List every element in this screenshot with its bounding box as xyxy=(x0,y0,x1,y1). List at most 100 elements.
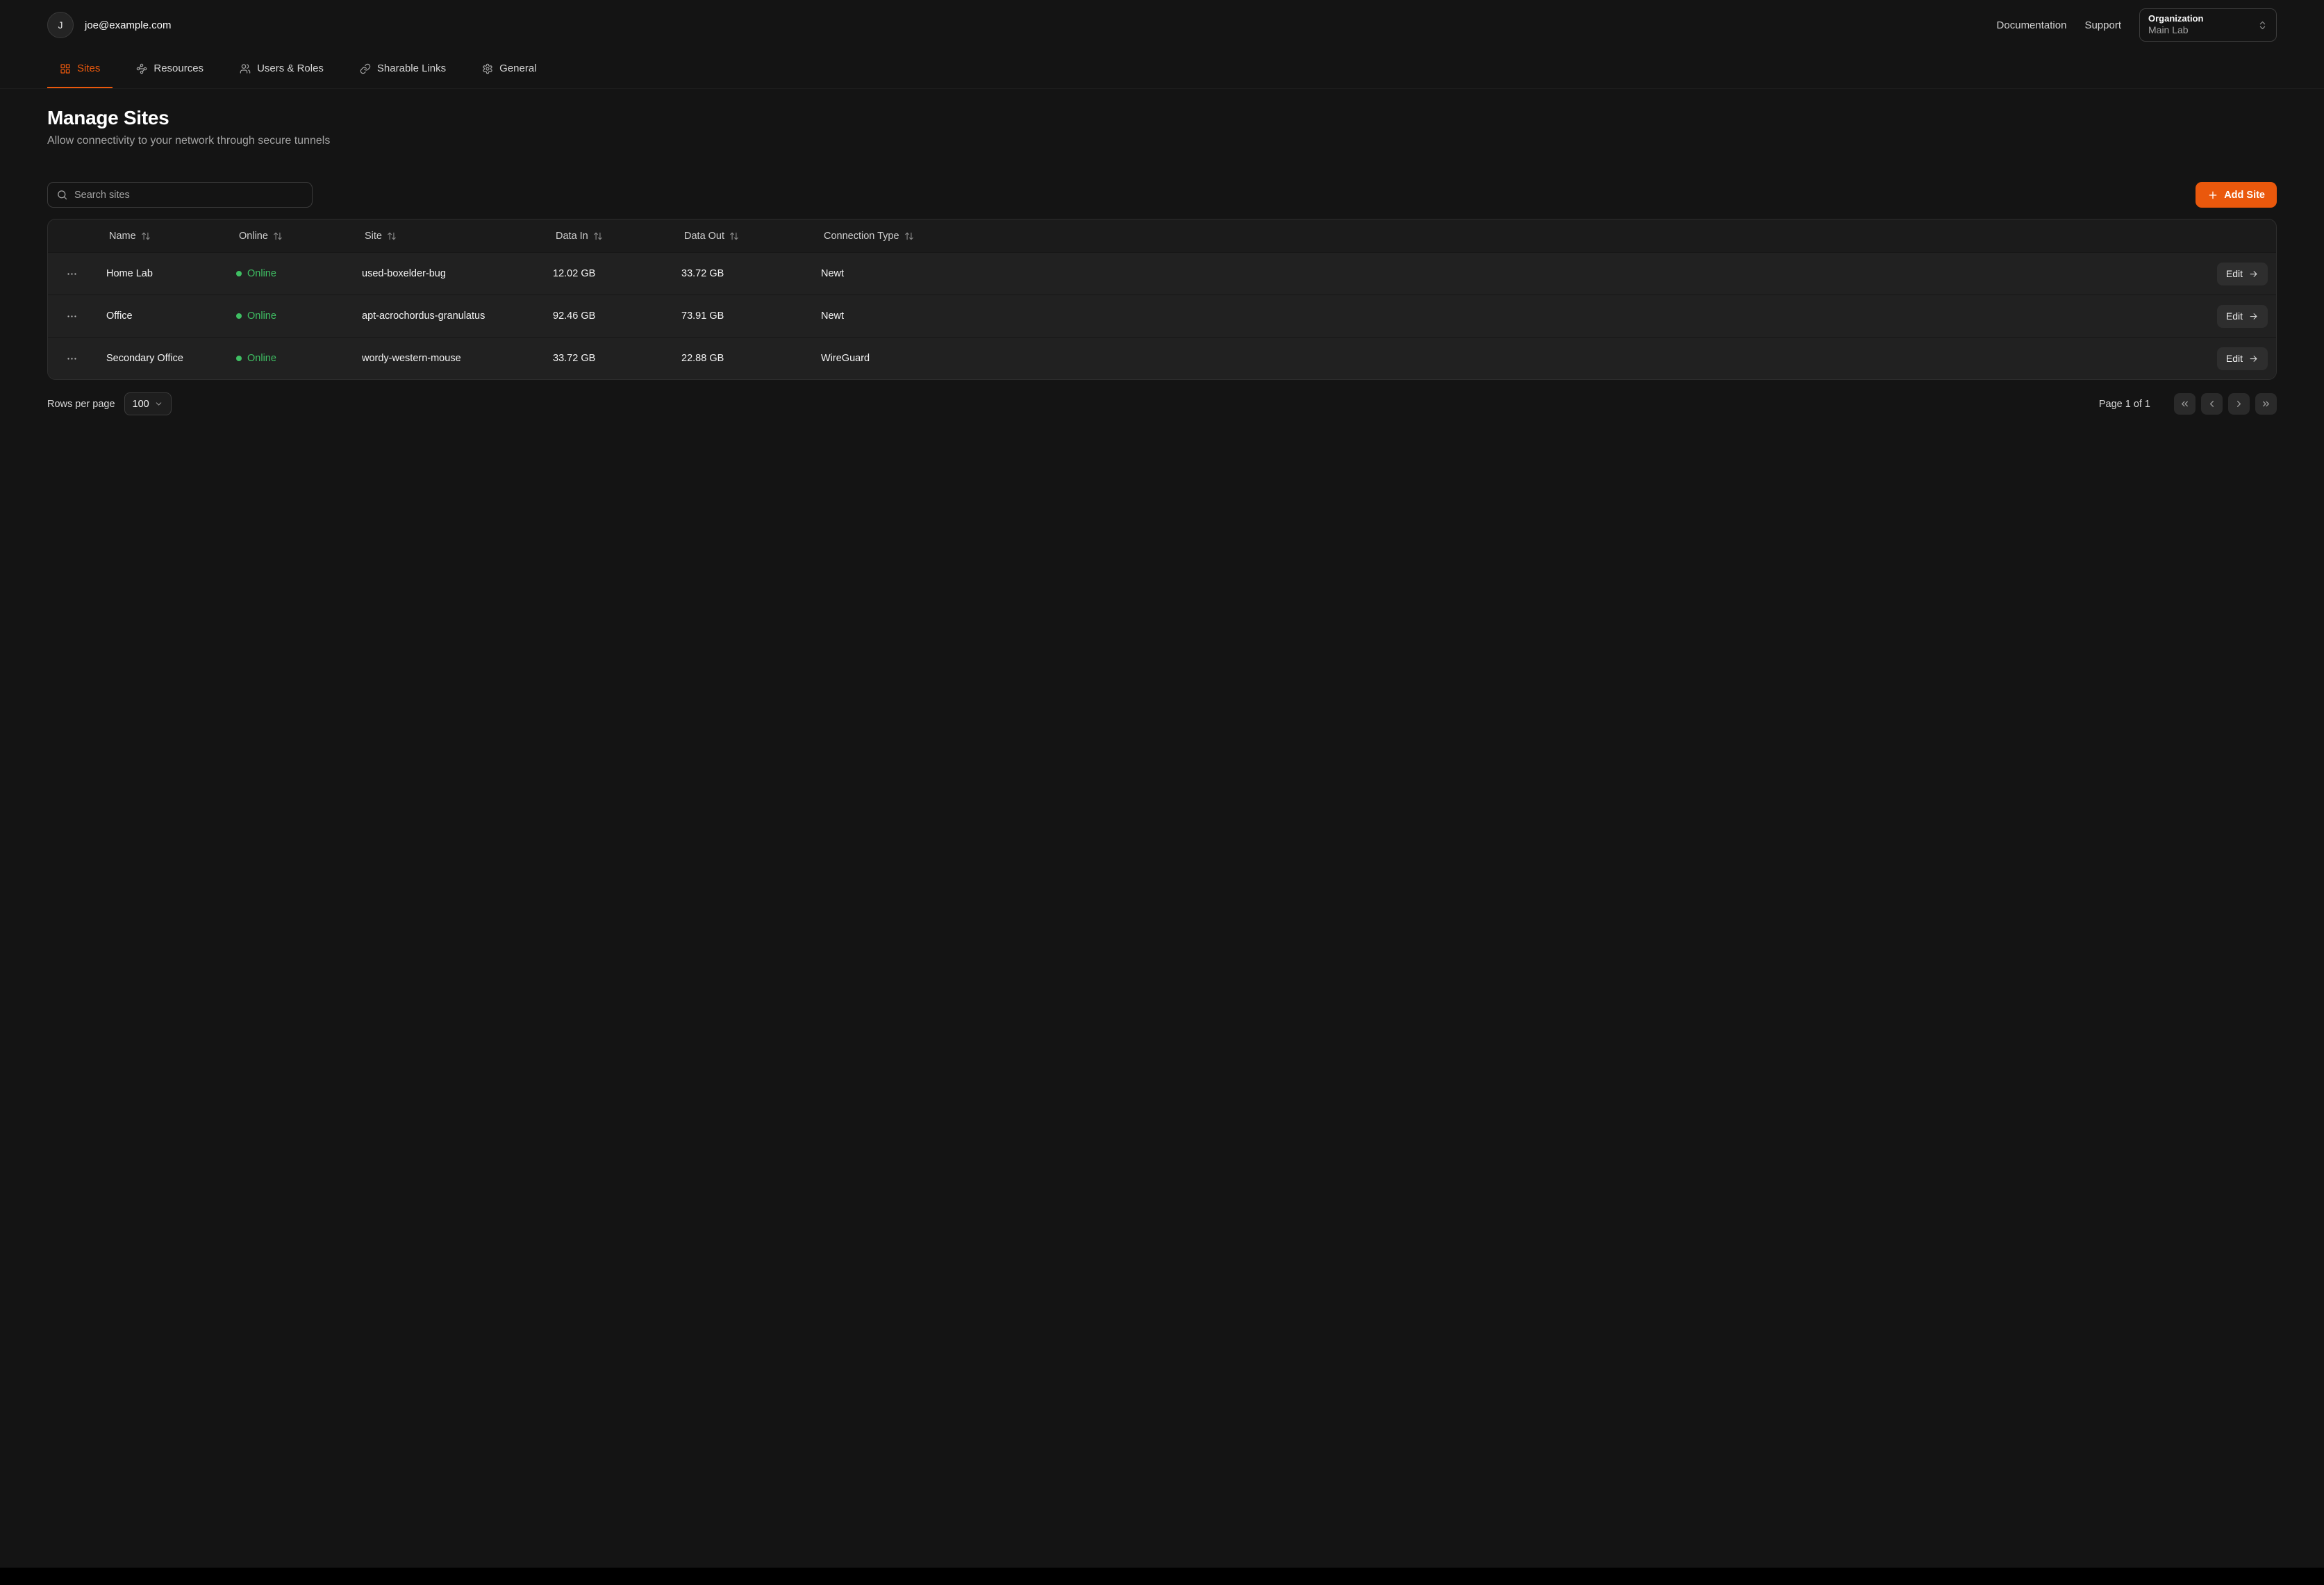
sort-icon xyxy=(729,231,739,241)
search-box xyxy=(47,182,313,208)
tab-label: Users & Roles xyxy=(257,63,324,74)
cell-site: wordy-western-mouse xyxy=(351,353,542,364)
chevron-down-icon xyxy=(154,399,163,408)
org-selector-label: Organization xyxy=(2148,14,2203,24)
column-label: Data Out xyxy=(684,231,724,242)
tab-sites[interactable]: Sites xyxy=(47,50,113,88)
cell-data-out: 73.91 GB xyxy=(670,310,810,322)
row-menu-button[interactable] xyxy=(63,350,81,367)
tab-sharable-links[interactable]: Sharable Links xyxy=(347,50,458,88)
cell-online: Online xyxy=(225,268,351,279)
avatar-initial: J xyxy=(58,19,63,31)
next-page-button[interactable] xyxy=(2228,393,2250,415)
online-dot xyxy=(236,356,242,361)
edit-button[interactable]: Edit xyxy=(2217,347,2268,370)
cell-data-out: 33.72 GB xyxy=(670,268,810,279)
column-header-data-out[interactable]: Data Out xyxy=(681,231,739,242)
column-label: Online xyxy=(239,231,268,242)
column-label: Site xyxy=(365,231,382,242)
tab-label: Resources xyxy=(153,63,204,74)
column-header-connection-type[interactable]: Connection Type xyxy=(821,231,914,242)
tab-users-roles[interactable]: Users & Roles xyxy=(227,50,336,88)
column-header-name[interactable]: Name xyxy=(106,231,151,242)
search-icon xyxy=(56,189,68,201)
topbar: J joe@example.com Documentation Support … xyxy=(0,0,2324,50)
nav-documentation[interactable]: Documentation xyxy=(1997,19,2067,31)
online-dot xyxy=(236,313,242,319)
last-page-button[interactable] xyxy=(2255,393,2277,415)
main-content: Manage Sites Allow connectivity to your … xyxy=(0,107,2324,415)
arrow-right-icon xyxy=(2248,269,2259,279)
cell-online: Online xyxy=(225,353,351,364)
table-header-row: Name Online Si xyxy=(48,219,2276,252)
page-status: Page 1 of 1 xyxy=(2099,399,2150,410)
tab-label: Sites xyxy=(77,63,100,74)
chevrons-left-icon xyxy=(2180,399,2190,409)
ellipsis-icon xyxy=(66,268,78,280)
online-status: Online xyxy=(247,353,276,364)
arrow-right-icon xyxy=(2248,311,2259,322)
nav-support[interactable]: Support xyxy=(2084,19,2121,31)
table-row: Secondary Office Online wordy-western-mo… xyxy=(48,337,2276,379)
table-row: Home Lab Online used-boxelder-bug 12.02 … xyxy=(48,252,2276,294)
page-title: Manage Sites xyxy=(47,107,2277,129)
column-header-data-in[interactable]: Data In xyxy=(553,231,603,242)
cell-data-in: 12.02 GB xyxy=(542,268,670,279)
sort-icon xyxy=(273,231,283,241)
sort-icon xyxy=(593,231,603,241)
users-icon xyxy=(240,63,251,74)
table-footer: Rows per page 100 Page 1 of 1 xyxy=(47,392,2277,415)
rows-per-page-label: Rows per page xyxy=(47,399,115,410)
cell-data-in: 33.72 GB xyxy=(542,353,670,364)
org-selector[interactable]: Organization Main Lab xyxy=(2139,8,2277,42)
user-identity: J joe@example.com xyxy=(47,12,171,38)
cell-connection-type: Newt xyxy=(810,268,2181,279)
search-input[interactable] xyxy=(74,190,304,201)
ellipsis-icon xyxy=(66,310,78,322)
tab-resources[interactable]: Resources xyxy=(124,50,216,88)
link-icon xyxy=(360,63,371,74)
ellipsis-icon xyxy=(66,353,78,365)
table-body: Home Lab Online used-boxelder-bug 12.02 … xyxy=(48,252,2276,379)
row-menu-button[interactable] xyxy=(63,265,81,283)
column-label: Data In xyxy=(556,231,588,242)
chevrons-up-down-icon xyxy=(2257,20,2268,31)
column-header-site[interactable]: Site xyxy=(362,231,397,242)
edit-label: Edit xyxy=(2226,268,2243,279)
org-selector-text: Organization Main Lab xyxy=(2148,14,2203,36)
first-page-button[interactable] xyxy=(2174,393,2196,415)
cell-data-in: 92.46 GB xyxy=(542,310,670,322)
cell-online: Online xyxy=(225,310,351,322)
cell-connection-type: WireGuard xyxy=(810,353,2181,364)
online-dot xyxy=(236,271,242,276)
cell-name: Home Lab xyxy=(95,268,225,279)
edit-label: Edit xyxy=(2226,310,2243,322)
cell-data-out: 22.88 GB xyxy=(670,353,810,364)
bottom-strip xyxy=(0,1568,2324,1585)
app: J joe@example.com Documentation Support … xyxy=(0,0,2324,1568)
table-toolbar: Add Site xyxy=(47,182,2277,208)
plus-icon xyxy=(2207,190,2218,201)
edit-button[interactable]: Edit xyxy=(2217,263,2268,285)
add-site-button[interactable]: Add Site xyxy=(2196,182,2277,208)
avatar[interactable]: J xyxy=(47,12,74,38)
sort-icon xyxy=(141,231,151,241)
arrow-right-icon xyxy=(2248,354,2259,364)
cell-site: apt-acrochordus-granulatus xyxy=(351,310,542,322)
gear-icon xyxy=(482,63,493,74)
previous-page-button[interactable] xyxy=(2201,393,2223,415)
cell-name: Office xyxy=(95,310,225,322)
edit-button[interactable]: Edit xyxy=(2217,305,2268,328)
column-header-online[interactable]: Online xyxy=(236,231,283,242)
cell-site: used-boxelder-bug xyxy=(351,268,542,279)
tab-bar: Sites Resources Users & Roles Sharable L… xyxy=(0,50,2324,89)
chevrons-right-icon xyxy=(2261,399,2271,409)
rows-per-page-value: 100 xyxy=(133,399,149,410)
rows-per-page-select[interactable]: 100 xyxy=(124,392,172,415)
sites-table: Name Online Si xyxy=(47,219,2277,380)
add-site-label: Add Site xyxy=(2224,190,2265,201)
row-menu-button[interactable] xyxy=(63,308,81,325)
cell-name: Secondary Office xyxy=(95,353,225,364)
column-label: Name xyxy=(109,231,136,242)
tab-general[interactable]: General xyxy=(470,50,549,88)
